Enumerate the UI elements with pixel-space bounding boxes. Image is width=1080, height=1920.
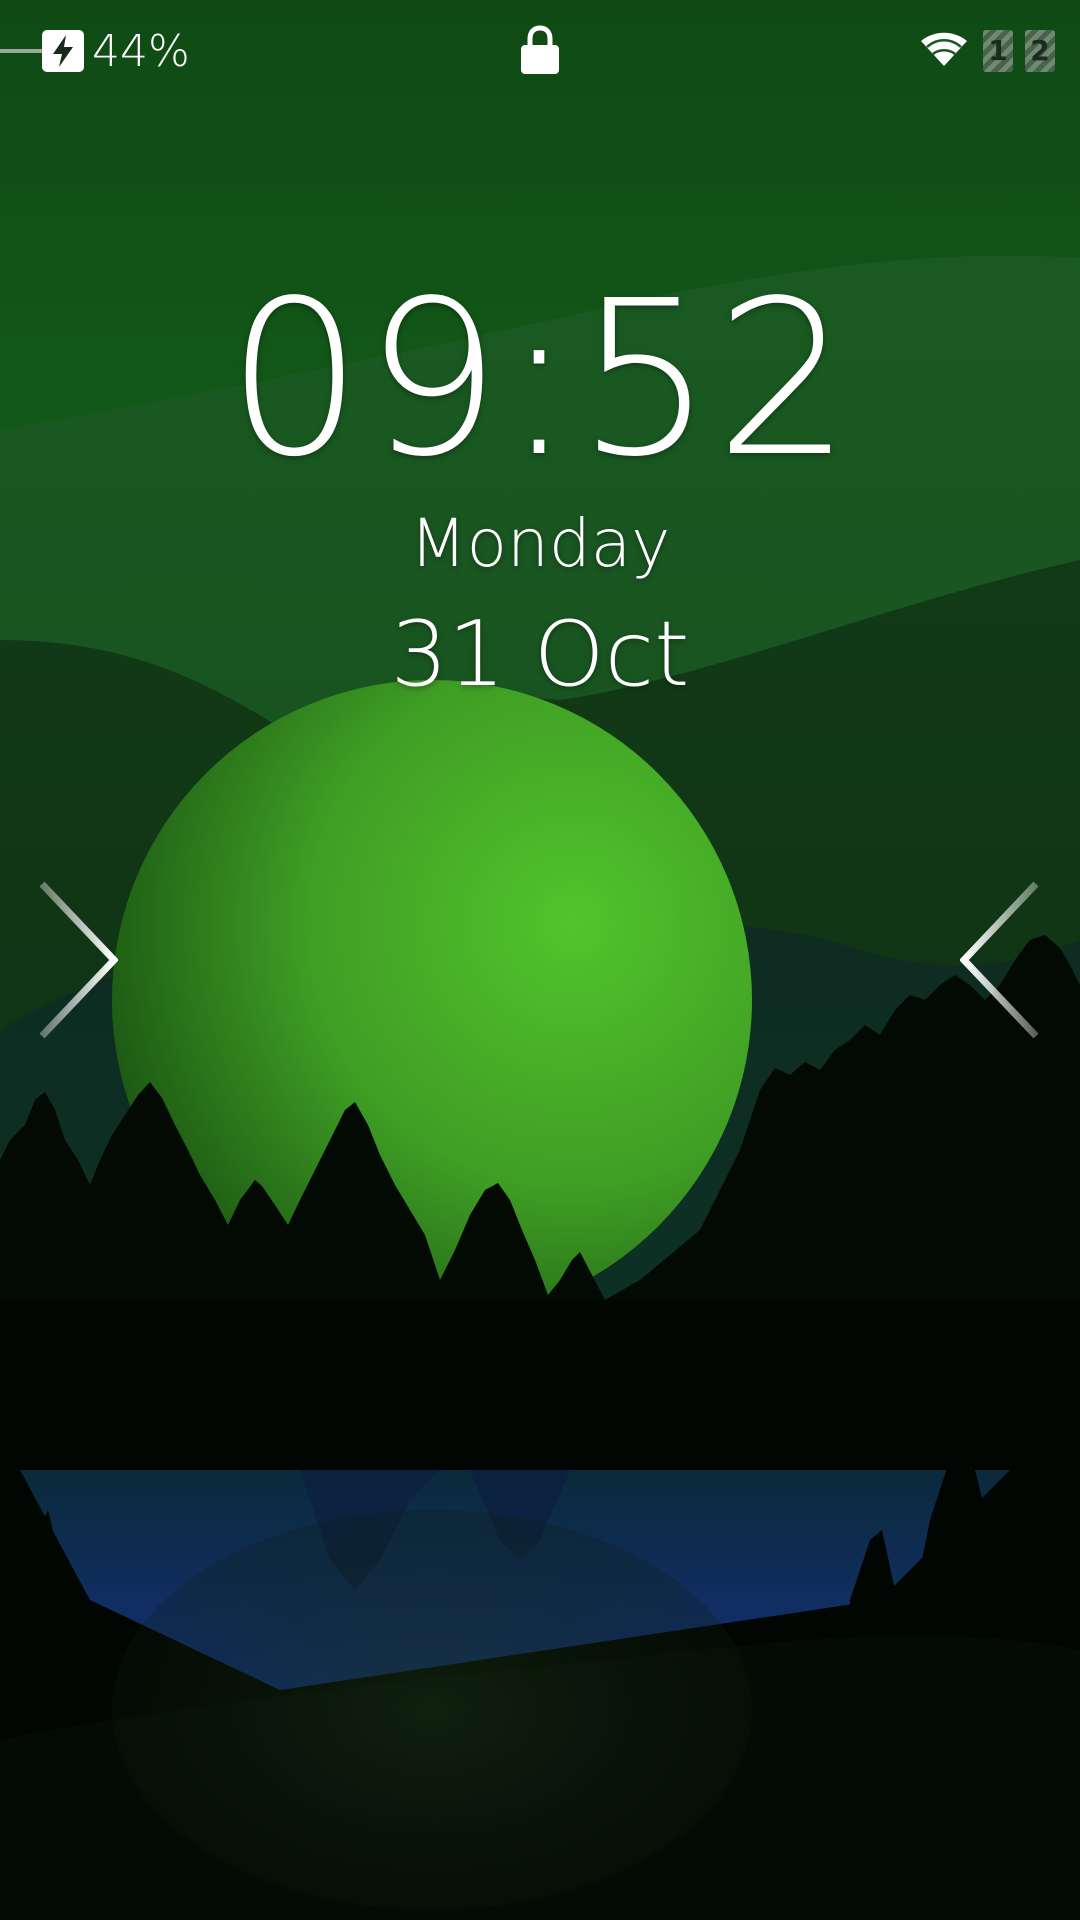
lock-screen[interactable]: 44% 1 2 09:52 Monday 31 Oct — [0, 0, 1080, 1920]
chevron-right-icon[interactable] — [38, 880, 118, 1040]
sim-slot-2-icon: 2 — [1025, 30, 1055, 72]
lock-clock: 09:52 Monday 31 Oct — [0, 270, 1080, 710]
battery-percentage: 44% — [92, 26, 190, 77]
sim-slot-1-icon: 1 — [983, 30, 1013, 72]
wifi-icon — [921, 32, 967, 66]
charging-battery-icon — [42, 30, 84, 72]
charger-cable-icon — [0, 49, 42, 53]
clock-time: 09:52 — [226, 255, 854, 504]
chevron-left-icon[interactable] — [960, 880, 1040, 1040]
clock-weekday: Monday — [409, 505, 671, 582]
padlock-icon — [521, 25, 559, 74]
clock-date: 31 Oct — [390, 602, 690, 707]
status-bar: 44% 1 2 — [0, 0, 1080, 104]
